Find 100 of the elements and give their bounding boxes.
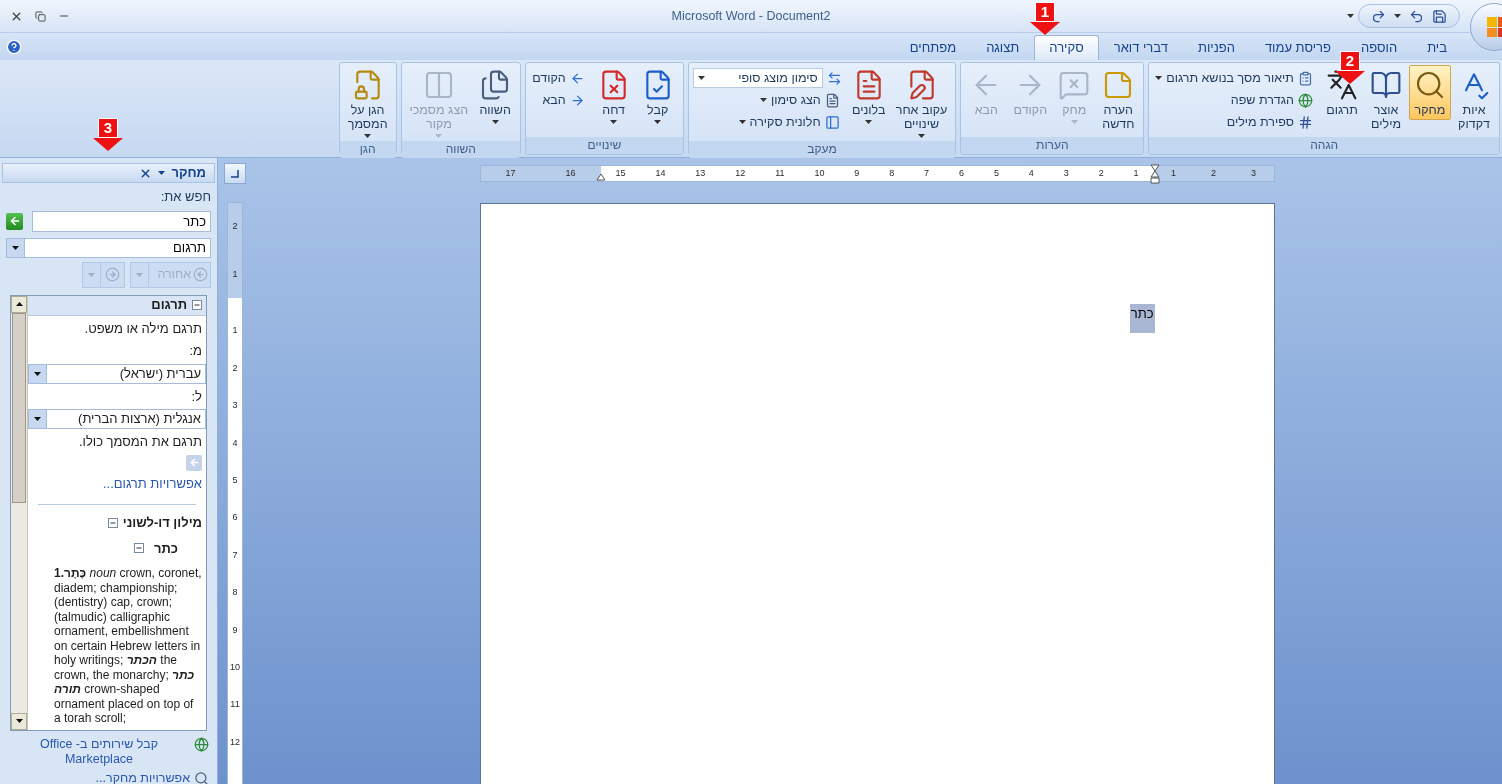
caret-icon (918, 134, 925, 138)
ribbon-button[interactable]: השווה (474, 65, 517, 127)
ruler-toggle-button[interactable] (224, 163, 246, 184)
dropdown-arrow-icon (12, 245, 19, 250)
ruler-number: 5 (232, 475, 238, 485)
hash-icon (1298, 114, 1313, 130)
ribbon-tab[interactable]: הפניות (1182, 35, 1250, 60)
ribbon-button[interactable]: הערה חדשה (1097, 65, 1140, 134)
panel-icon (824, 114, 840, 130)
globe-icon (194, 736, 209, 752)
ribbon-small-button[interactable]: הצג סימון (692, 89, 842, 111)
caret-icon (654, 120, 662, 124)
ruler-number: 11 (775, 169, 785, 178)
ruler-number: 9 (854, 169, 860, 178)
source-language-dropdown[interactable]: עברית (ישראל) (28, 363, 206, 384)
caret-icon (759, 98, 767, 102)
ribbon-tab[interactable]: סקירה (1034, 35, 1099, 60)
group-title: הערות (961, 137, 1144, 154)
right-arrow-icon (569, 92, 585, 108)
ribbon-tab[interactable]: מפתחים (894, 35, 972, 60)
help-icon[interactable] (6, 39, 22, 55)
ruler-number: 12 (230, 737, 240, 747)
ribbon-button[interactable]: קבל (636, 65, 679, 127)
ribbon-button[interactable]: מחקר (1409, 65, 1451, 120)
ruler-number: 11 (230, 700, 240, 710)
group-title: שינויים (526, 137, 683, 154)
redo-icon[interactable] (1371, 8, 1386, 24)
ribbon-tab[interactable]: דברי דואר (1098, 35, 1183, 60)
dropdown-arrow-icon (34, 371, 41, 376)
scroll-bar[interactable] (11, 295, 28, 730)
ruler-number: 6 (959, 169, 965, 178)
ribbon-small-button[interactable]: חלונית סקירה (692, 111, 842, 133)
open-book-icon (1370, 69, 1402, 101)
caret-icon (1155, 76, 1163, 80)
to-label: ל: (190, 387, 203, 406)
indent-marker-icon[interactable] (595, 173, 606, 181)
ribbon-small-button[interactable]: הגדרת שפה (1153, 89, 1315, 111)
translate-document-label: תרגם את המסמך כולו. (77, 433, 203, 451)
callout-tooltip: 2 (1335, 51, 1365, 84)
ribbon-button[interactable]: איות דקדוק (1453, 65, 1495, 134)
ruler-number: 3 (1251, 169, 1256, 178)
pane-title: מחקר (171, 164, 206, 183)
section-title: תרגום (151, 296, 187, 315)
undo-icon[interactable] (1409, 8, 1424, 24)
ruler-number: 6 (232, 513, 238, 523)
pane-link[interactable]: קבל שירותים ב- Office Marketplace (8, 736, 190, 767)
ribbon-button[interactable]: עקוב אחר שינויים (891, 65, 952, 141)
entry-headword: כתר (154, 539, 178, 558)
service-dropdown[interactable]: תרגום (6, 237, 211, 258)
pane-link[interactable]: אפשרויות מחקר... (95, 770, 190, 784)
ribbon-tab[interactable]: בית (1412, 35, 1462, 60)
arrow-left-icon (188, 457, 200, 468)
ruler-number: 1 (1133, 169, 1139, 178)
caret-icon (1394, 14, 1401, 18)
globe-icon (1298, 92, 1313, 108)
caret-icon (1070, 120, 1078, 124)
group-title: הגן (339, 141, 396, 158)
ribbon-button[interactable]: דחה (592, 65, 635, 127)
section-title: מילון דו-לשוני (122, 514, 202, 532)
ribbon-tab[interactable]: תצוגה (971, 35, 1035, 60)
caret-icon (491, 120, 499, 124)
group-title: הגהה (1149, 137, 1499, 154)
ribbon-small-button[interactable]: הבא (530, 89, 587, 111)
ribbon-button[interactable]: בלונים (847, 65, 890, 127)
ruler-number: 10 (230, 662, 240, 672)
target-language-dropdown[interactable]: אנגלית (ארצות הברית) (28, 409, 206, 429)
ribbon-small-button[interactable]: ספירת מילים (1153, 111, 1315, 133)
ribbon-small-button[interactable]: תיאור מסך בנושא תרגום (1153, 67, 1315, 89)
caret-icon (88, 272, 96, 277)
ribbon-button[interactable]: הגן על המסמך (343, 65, 392, 141)
collapse-icon[interactable] (192, 300, 202, 310)
collapse-icon[interactable] (107, 517, 118, 528)
collapse-icon[interactable] (134, 543, 144, 554)
ribbon-button[interactable]: אוצר מילים (1365, 65, 1407, 134)
translation-options-link[interactable]: אפשרויות תרגום... (28, 473, 206, 493)
ruler-number: 3 (1063, 169, 1069, 178)
caret-icon (610, 120, 618, 124)
caret-icon (697, 76, 705, 80)
ruler-number: 2 (1211, 169, 1216, 178)
ribbon-small-button[interactable]: הקודם (530, 67, 587, 89)
arrow-left-icon (8, 215, 21, 227)
search-label: חפש את: (159, 188, 212, 206)
pane-menu-caret-icon (158, 171, 166, 175)
ruler-number: 1 (232, 326, 238, 336)
ruler-number: 1 (1171, 169, 1176, 178)
corner-icon (231, 169, 239, 178)
ruler-number: 7 (232, 550, 238, 560)
magnifier-icon (1414, 69, 1446, 101)
restore-icon[interactable] (35, 10, 46, 22)
ruler-number: 13 (695, 169, 706, 178)
search-field[interactable]: כתר (32, 210, 211, 232)
document-text: כתר (1129, 304, 1155, 333)
ruler-number: 12 (735, 169, 746, 178)
markup-dropdown[interactable]: סימון מוצג סופי (692, 68, 823, 88)
save-icon[interactable] (1432, 8, 1447, 24)
ruler-number: 8 (232, 588, 238, 598)
indent-marker-icon[interactable] (1149, 164, 1160, 184)
caret-icon (865, 120, 873, 124)
start-search-button[interactable] (6, 212, 23, 230)
ruler-number: 4 (232, 438, 238, 448)
